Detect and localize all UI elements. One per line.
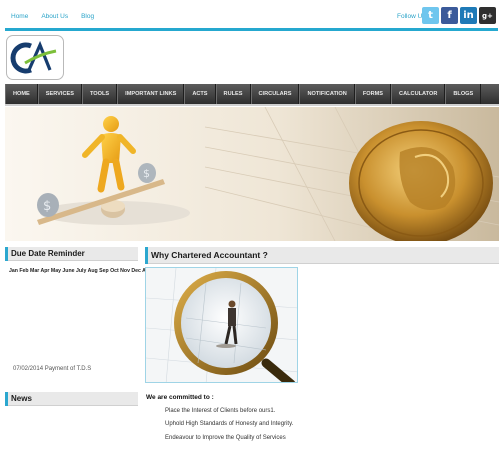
nav-item-home[interactable]: HOME xyxy=(5,84,38,104)
why-ca-title: Why Chartered Accountant ? xyxy=(151,250,268,260)
twitter-icon[interactable]: t xyxy=(422,7,439,24)
committed-title: We are committed to : xyxy=(146,394,214,401)
nav-item-blogs[interactable]: BLOGS xyxy=(445,84,482,104)
top-links: Home About Us Blog xyxy=(11,13,94,20)
linkedin-icon[interactable]: in xyxy=(460,7,477,24)
google-plus-icon[interactable]: g+ xyxy=(479,7,496,24)
news-title: News xyxy=(11,394,32,403)
nav-item-acts[interactable]: ACTS xyxy=(184,84,216,104)
news-header: News xyxy=(5,392,138,406)
home-link[interactable]: Home xyxy=(11,13,28,20)
top-divider xyxy=(5,28,498,31)
nav-item-services[interactable]: SERVICES xyxy=(37,84,82,104)
due-date-item[interactable]: 07/02/2014 Payment of T.D.S xyxy=(13,366,91,372)
facebook-icon[interactable]: f xyxy=(441,7,458,24)
nav-item-rules[interactable]: RULES xyxy=(215,84,251,104)
nav-item-important-links[interactable]: IMPORTANT LINKS xyxy=(117,84,185,104)
due-date-reminder-title: Due Date Reminder xyxy=(11,249,85,258)
why-ca-header: Why Chartered Accountant ? xyxy=(145,247,499,264)
nav-item-forms[interactable]: FORMS xyxy=(354,84,392,104)
commitment-item: Endeavour to Improve the Quality of Serv… xyxy=(165,435,286,441)
hero-banner: $ $ xyxy=(5,107,499,241)
about-us-link[interactable]: About Us xyxy=(41,13,68,20)
svg-text:$: $ xyxy=(43,199,51,214)
nav-item-circulars[interactable]: CIRCULARS xyxy=(250,84,300,104)
commitment-item: Uphold High Standards of Honesty and Int… xyxy=(165,421,294,427)
nav-item-calculator[interactable]: CALCULATOR xyxy=(391,84,446,104)
site-logo[interactable]: CA xyxy=(6,35,64,80)
month-filter[interactable]: Jan Feb Mar Apr May June July Aug Sep Oc… xyxy=(9,268,149,274)
svg-text:$: $ xyxy=(143,167,150,180)
due-date-reminder-header: Due Date Reminder xyxy=(5,247,138,261)
top-bar: Home About Us Blog Follow Us t f in g+ xyxy=(0,0,503,31)
nav-underline xyxy=(5,104,499,106)
commitment-item: Place the Interest of Clients before our… xyxy=(165,408,276,414)
blog-link[interactable]: Blog xyxy=(81,13,94,20)
nav-item-tools[interactable]: TOOLS xyxy=(81,84,118,104)
nav-item-notification[interactable]: NOTIFICATION xyxy=(299,84,355,104)
logo-text: CA xyxy=(7,36,30,40)
magnifier-image xyxy=(145,267,298,383)
main-nav: HOME SERVICES TOOLS IMPORTANT LINKS ACTS… xyxy=(5,84,499,104)
